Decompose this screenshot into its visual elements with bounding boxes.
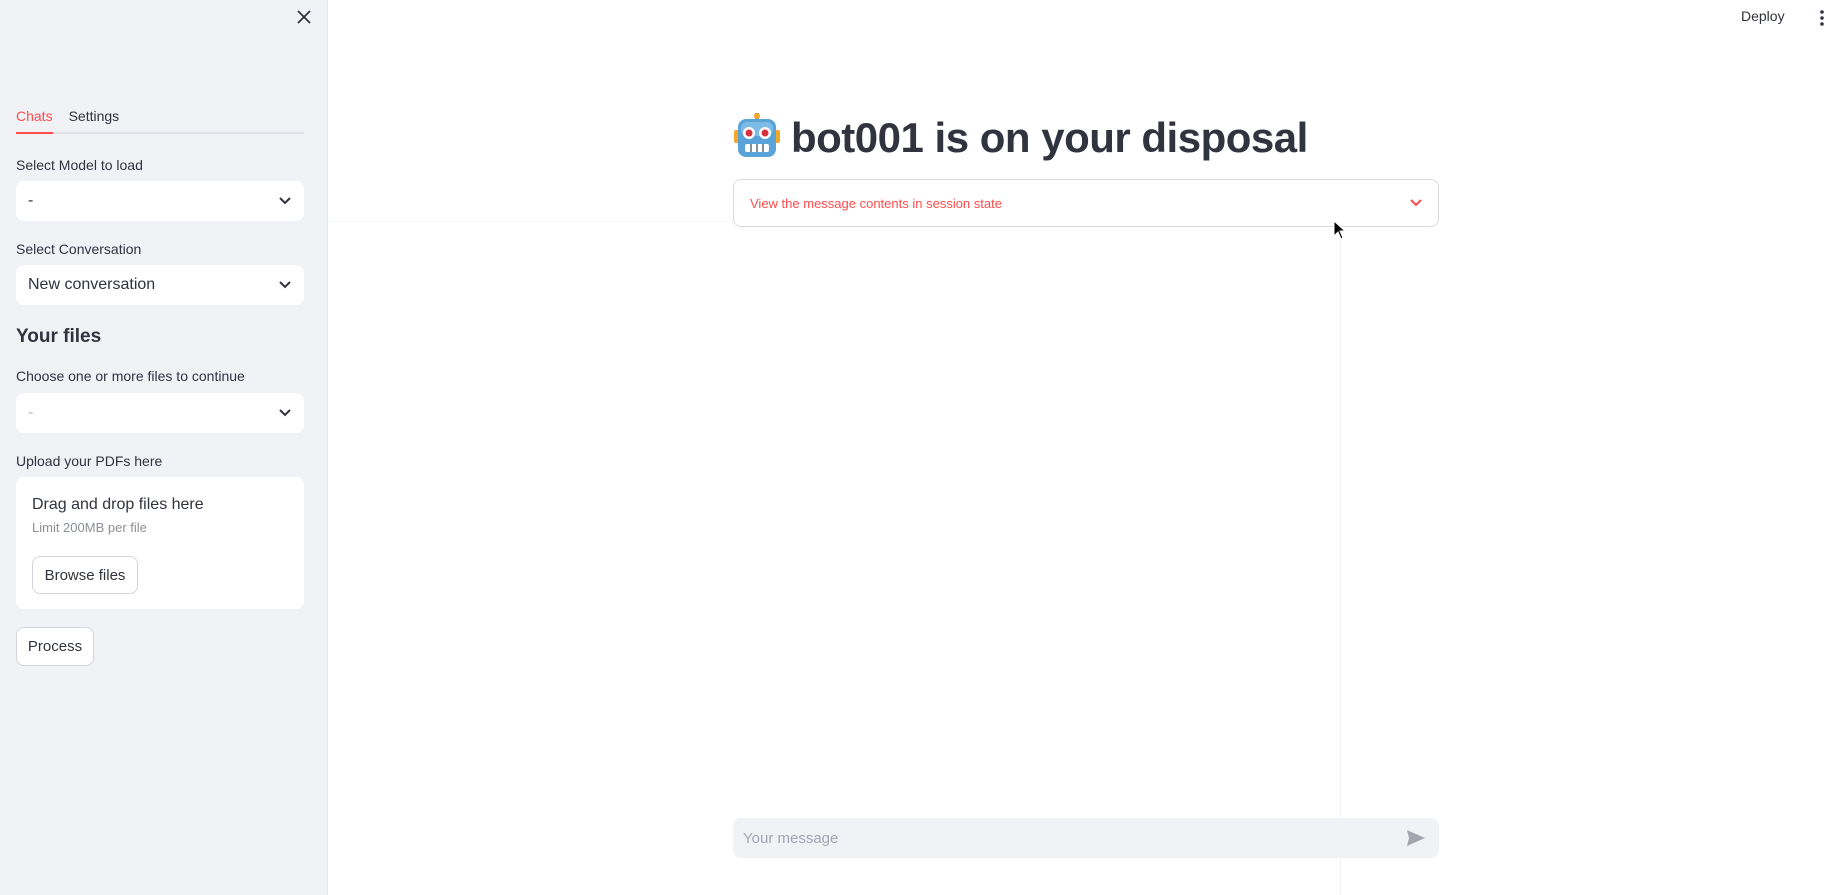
mouse-cursor-icon <box>1333 219 1347 240</box>
sidebar: Chats Settings Select Model to load - Se… <box>0 0 328 895</box>
chevron-down-icon <box>278 278 292 292</box>
browse-files-button[interactable]: Browse files <box>32 556 138 594</box>
model-select-value: - <box>28 192 34 209</box>
conversation-select-label: Select Conversation <box>16 241 142 257</box>
model-select-label: Select Model to load <box>16 157 143 173</box>
tab-chats[interactable]: Chats <box>16 100 53 134</box>
dropzone-title: Drag and drop files here <box>32 496 204 513</box>
model-select[interactable]: - <box>16 181 304 221</box>
tab-settings[interactable]: Settings <box>69 100 120 134</box>
dropzone-limit: Limit 200MB per file <box>32 520 147 535</box>
file-dropzone[interactable]: Drag and drop files here Limit 200MB per… <box>16 477 304 609</box>
expander-label: View the message contents in session sta… <box>750 195 1002 211</box>
chevron-down-icon <box>1410 194 1422 212</box>
app-window: Chats Settings Select Model to load - Se… <box>0 0 1841 895</box>
chevron-down-icon <box>278 406 292 420</box>
files-multiselect[interactable]: - <box>16 393 304 433</box>
upload-label: Upload your PDFs here <box>16 453 163 469</box>
divider <box>1340 227 1341 895</box>
close-sidebar-icon[interactable] <box>293 6 315 28</box>
files-select-label: Choose one or more files to continue <box>16 368 245 384</box>
chevron-down-icon <box>278 194 292 208</box>
conversation-select[interactable]: New conversation <box>16 265 304 305</box>
your-files-heading: Your files <box>16 326 102 347</box>
robot-face-icon <box>733 112 781 164</box>
process-button[interactable]: Process <box>16 627 94 666</box>
divider <box>328 221 733 222</box>
send-icon[interactable] <box>1403 825 1429 851</box>
sidebar-tabs: Chats Settings <box>16 100 304 134</box>
page-title: bot001 is on your disposal <box>733 110 1308 166</box>
chat-message-input[interactable] <box>743 829 1403 847</box>
deploy-button[interactable]: Deploy <box>1741 8 1785 30</box>
more-menu-icon[interactable] <box>1815 6 1829 30</box>
conversation-select-value: New conversation <box>28 276 156 293</box>
chat-input-bar <box>733 818 1439 858</box>
page-title-text: bot001 is on your disposal <box>791 114 1308 161</box>
files-select-placeholder: - <box>28 404 34 421</box>
